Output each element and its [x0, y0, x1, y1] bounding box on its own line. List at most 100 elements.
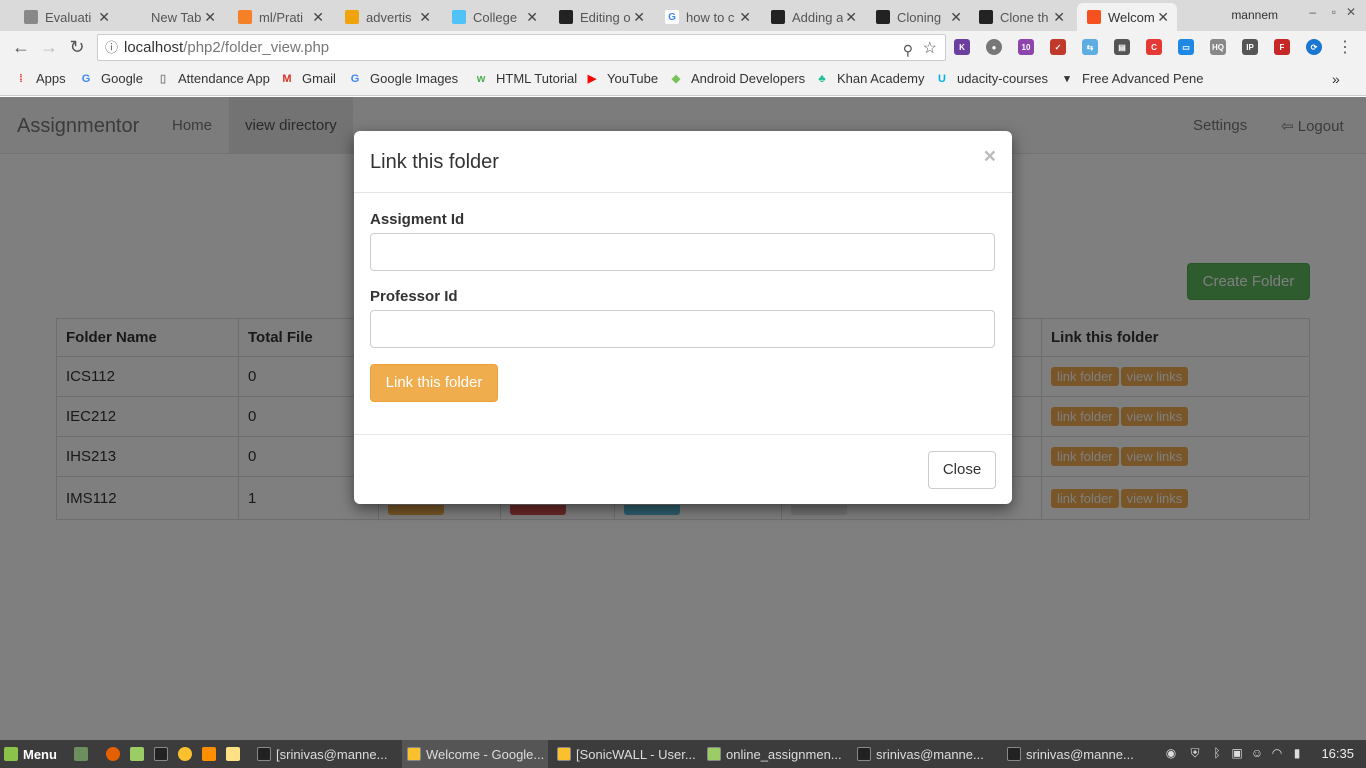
minimize-icon[interactable]: – — [1309, 5, 1316, 19]
profile-name[interactable]: mannem — [1231, 8, 1278, 22]
bookmark-item[interactable]: M Gmail — [280, 71, 336, 86]
browser-tab[interactable]: Cloning ✕ — [866, 3, 970, 31]
tab-close-icon[interactable]: ✕ — [739, 9, 751, 26]
tab-close-icon[interactable]: ✕ — [98, 9, 110, 26]
taskbar-window-button[interactable]: Welcome - Google... — [402, 740, 548, 768]
bookmark-item[interactable]: w HTML Tutorial — [474, 71, 577, 86]
cors-icon[interactable]: C — [1146, 39, 1162, 55]
browser-tab[interactable]: College ✕ — [442, 3, 546, 31]
udacity-icon: U — [938, 72, 946, 85]
extension-icon[interactable]: ⟳ — [1306, 39, 1322, 55]
bookmark-item[interactable]: G Google Images — [348, 71, 458, 86]
bookmarks-bar: » ⁞ Apps G Google ▯ Attendance App M Gmail G Goog… — [0, 64, 1366, 96]
reload-icon[interactable]: ↻ — [66, 37, 88, 58]
extension-icon[interactable]: ● — [986, 39, 1002, 55]
apps-icon: ⁞ — [19, 72, 23, 85]
browser-tab[interactable]: ml/Prati ✕ — [228, 3, 332, 31]
taskbar-window-button[interactable]: srinivas@manne... — [852, 740, 998, 768]
chrome-icon[interactable] — [178, 740, 197, 768]
bookmark-item[interactable]: ▾ Free Advanced Pene — [1060, 71, 1203, 86]
more-bookmarks-icon[interactable]: » — [1332, 71, 1340, 87]
terminal-icon[interactable] — [154, 740, 173, 768]
flash-sale-icon[interactable]: F — [1274, 39, 1290, 55]
tab-favicon-icon — [345, 10, 359, 24]
taskbar-window-button[interactable]: [SonicWALL - User... — [552, 740, 698, 768]
extension-icon[interactable]: ⇆ — [1082, 39, 1098, 55]
firefox-icon[interactable] — [106, 740, 125, 768]
google-icon: G — [81, 72, 91, 85]
tab-close-icon[interactable]: ✕ — [1053, 9, 1065, 26]
bookmark-label: udacity-courses — [957, 71, 1049, 86]
user-icon[interactable]: ☺ — [1250, 746, 1264, 762]
bookmark-item[interactable]: Uudacity-courses — [935, 71, 1048, 86]
bookmark-item[interactable]: ▶ YouTube — [585, 71, 658, 86]
tab-close-icon[interactable]: ✕ — [633, 9, 645, 26]
tab-title: New Tab — [151, 9, 202, 25]
tab-close-icon[interactable]: ✕ — [419, 9, 431, 26]
notes-icon[interactable] — [226, 740, 245, 768]
restore-icon[interactable]: ▫ — [1332, 5, 1336, 19]
tab-title: Clone th — [1000, 9, 1049, 25]
tab-favicon-icon — [452, 10, 466, 24]
window-icon — [257, 747, 271, 761]
info-icon[interactable]: ⓘ — [105, 35, 118, 60]
ip-icon[interactable]: IP — [1242, 39, 1258, 55]
extension-icon[interactable]: ▤ — [1114, 39, 1130, 55]
browser-tab[interactable]: Adding a ✕ — [761, 3, 865, 31]
bluetooth-icon[interactable]: ᛒ — [1210, 746, 1224, 762]
browser-tab[interactable]: New Tab ✕ — [120, 3, 224, 31]
close-window-icon[interactable]: ✕ — [1346, 5, 1356, 19]
browser-tab[interactable]: Evaluati ✕ — [14, 3, 118, 31]
tab-title: Adding a — [792, 9, 844, 25]
start-menu-button[interactable]: Menu — [4, 740, 66, 768]
extension-icon[interactable]: HQ — [1210, 39, 1226, 55]
sublime-icon[interactable] — [202, 740, 221, 768]
browser-tab[interactable]: Welcom ✕ — [1077, 3, 1177, 31]
assignment-id-input[interactable] — [370, 233, 995, 271]
battery-icon[interactable]: ▮ — [1290, 746, 1304, 762]
close-icon[interactable]: × — [984, 145, 996, 169]
tab-close-icon[interactable]: ✕ — [845, 9, 857, 26]
bookmark-item[interactable]: G Google — [79, 71, 143, 86]
zoom-icon[interactable]: ⚲ — [903, 38, 913, 63]
tab-title: advertis — [366, 9, 412, 25]
show-desktop-icon[interactable] — [74, 740, 93, 768]
browser-tab[interactable]: Ghow to c ✕ — [655, 3, 759, 31]
browser-tab[interactable]: Editing o ✕ — [549, 3, 653, 31]
google-icon: G — [350, 72, 360, 85]
tab-title: College — [473, 9, 518, 25]
star-icon[interactable]: ☆ — [923, 36, 937, 61]
taskbar-window-button[interactable]: srinivas@manne... — [1002, 740, 1148, 768]
professor-id-input[interactable] — [370, 310, 995, 348]
tab-close-icon[interactable]: ✕ — [1157, 9, 1169, 26]
modal-header: Link this folder × — [354, 131, 1012, 193]
browser-tab[interactable]: advertis ✕ — [335, 3, 439, 31]
extension-icon[interactable]: ▭ — [1178, 39, 1194, 55]
browser-tab[interactable]: Clone th ✕ — [969, 3, 1073, 31]
chrome-menu-icon[interactable]: ⋮ — [1334, 37, 1356, 57]
bookmark-item[interactable]: ▯ Attendance App — [156, 71, 270, 86]
wifi-icon[interactable]: ◠ — [1270, 746, 1284, 762]
link-folder-submit-button[interactable]: Link this folder — [370, 364, 498, 402]
address-bar[interactable]: ⓘ localhost/php2/folder_view.php ⚲ ☆ — [97, 34, 946, 61]
chrome-tray-icon[interactable]: ◉ — [1164, 746, 1178, 762]
extension-icon[interactable]: ✓ — [1050, 39, 1066, 55]
tab-close-icon[interactable]: ✕ — [312, 9, 324, 26]
forward-icon[interactable]: → — [38, 37, 60, 58]
tab-close-icon[interactable]: ✕ — [526, 9, 538, 26]
files-icon[interactable] — [130, 740, 149, 768]
shield-icon[interactable]: ⛨ — [1188, 746, 1202, 762]
taskbar-window-button[interactable]: online_assignmen... — [702, 740, 848, 768]
taskbar-window-button[interactable]: [srinivas@manne... — [252, 740, 398, 768]
close-button[interactable]: Close — [928, 451, 996, 489]
back-icon[interactable]: ← — [10, 37, 32, 58]
tab-close-icon[interactable]: ✕ — [204, 9, 216, 26]
extension-icon[interactable]: 10 — [1018, 39, 1034, 55]
extension-icon[interactable]: K — [954, 39, 970, 55]
bookmark-item[interactable]: ♣ Khan Academy — [815, 71, 924, 86]
update-icon[interactable]: ▣ — [1230, 746, 1244, 762]
tab-close-icon[interactable]: ✕ — [950, 9, 962, 26]
bookmark-item[interactable]: ◆ Android Developers — [669, 71, 805, 86]
clock[interactable]: 16:35 — [1321, 746, 1354, 761]
bookmark-item[interactable]: ⁞ Apps — [14, 71, 65, 86]
